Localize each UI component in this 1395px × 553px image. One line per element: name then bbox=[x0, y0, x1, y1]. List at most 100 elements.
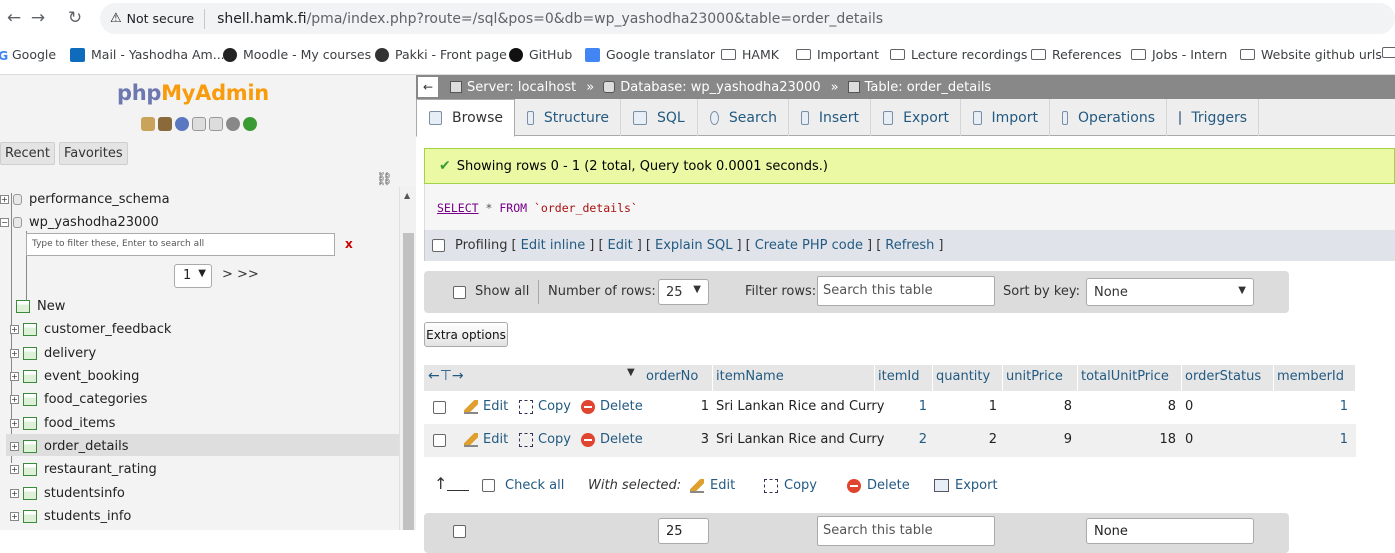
table-item-customer-feedback[interactable]: + customer_feedback bbox=[10, 319, 171, 339]
expand-icon[interactable]: + bbox=[10, 488, 19, 498]
cell-unitPrice[interactable]: 8 bbox=[1003, 399, 1072, 414]
bookmark-github[interactable]: GitHub bbox=[509, 47, 572, 62]
cell-memberId[interactable]: 1 bbox=[1274, 432, 1348, 447]
cell-itemName[interactable]: Sri Lankan Rice and Curry bbox=[716, 432, 884, 447]
nav-new-table[interactable]: New bbox=[16, 296, 65, 316]
expand-icon[interactable]: + bbox=[0, 194, 9, 204]
expand-icon[interactable]: + bbox=[10, 511, 19, 521]
cell-unitPrice[interactable]: 9 bbox=[1003, 432, 1072, 447]
filter-rows-input[interactable]: Search this table bbox=[817, 276, 995, 306]
cell-memberId[interactable]: 1 bbox=[1274, 399, 1348, 414]
tab-recent[interactable]: Recent bbox=[0, 142, 55, 165]
help-icon[interactable] bbox=[175, 117, 189, 131]
cell-quantity[interactable]: 1 bbox=[933, 399, 997, 414]
breadcrumb-table[interactable]: Table: order_details bbox=[847, 80, 991, 95]
row-copy-button[interactable]: Copy bbox=[519, 432, 571, 447]
cell-orderNo[interactable]: 3 bbox=[643, 432, 709, 447]
table-filter-input[interactable]: Type to filter these, Enter to search al… bbox=[26, 233, 335, 256]
expand-icon[interactable]: + bbox=[10, 371, 19, 381]
collapse-nav-icon[interactable]: ← bbox=[418, 77, 438, 97]
page-select[interactable]: 1 ▼ bbox=[174, 264, 212, 288]
db-item-performance-schema[interactable]: + performance_schema bbox=[0, 189, 170, 209]
table-item-students-info[interactable]: + students_info bbox=[10, 506, 131, 526]
bookmark-hamk[interactable]: HAMK bbox=[721, 47, 779, 62]
col-quantity[interactable]: quantity bbox=[933, 365, 1003, 391]
col-orderStatus[interactable]: orderStatus bbox=[1182, 365, 1274, 391]
col-itemName[interactable]: itemName bbox=[713, 365, 875, 391]
cell-orderNo[interactable]: 1 bbox=[643, 399, 709, 414]
table-item-studentsinfo[interactable]: + studentsinfo bbox=[10, 483, 125, 503]
tab-browse[interactable]: Browse bbox=[416, 99, 515, 137]
table-item-delivery[interactable]: + delivery bbox=[10, 343, 96, 363]
row-checkbox[interactable] bbox=[433, 434, 446, 447]
cell-totalUnitPrice[interactable]: 18 bbox=[1078, 432, 1176, 447]
expand-icon[interactable]: + bbox=[10, 464, 19, 474]
sort-key-select[interactable]: None ▼ bbox=[1086, 278, 1254, 306]
cell-quantity[interactable]: 2 bbox=[933, 432, 997, 447]
table-item-event-booking[interactable]: + event_booking bbox=[10, 366, 139, 386]
explain-sql-link[interactable]: Explain SQL bbox=[655, 238, 732, 253]
row-checkbox[interactable] bbox=[433, 401, 446, 414]
column-resize-arrows-icon[interactable]: ←⊤→ bbox=[428, 368, 464, 384]
home-icon[interactable] bbox=[141, 117, 155, 131]
tab-import[interactable]: Import bbox=[961, 99, 1050, 136]
page-icon[interactable] bbox=[209, 117, 223, 131]
expand-icon[interactable]: + bbox=[10, 348, 19, 358]
reload-icon[interactable]: ↻ bbox=[63, 6, 87, 30]
phpmyadmin-logo[interactable]: phpMyAdmin bbox=[117, 81, 269, 105]
bookmark-lecture-recordings[interactable]: Lecture recordings bbox=[890, 47, 1027, 62]
col-unitPrice[interactable]: unitPrice bbox=[1003, 365, 1078, 391]
cell-itemId[interactable]: 2 bbox=[875, 432, 927, 447]
show-all-checkbox-bottom[interactable] bbox=[453, 525, 466, 538]
rows-select-bottom[interactable]: 25 bbox=[658, 518, 709, 544]
row-edit-button[interactable]: Edit bbox=[464, 432, 508, 447]
refresh-icon[interactable] bbox=[243, 117, 257, 131]
bookmark-references[interactable]: References bbox=[1031, 47, 1121, 62]
tab-operations[interactable]: Operations bbox=[1050, 99, 1167, 136]
create-php-code-link[interactable]: Create PHP code bbox=[755, 238, 863, 253]
bulk-delete-button[interactable]: Delete bbox=[847, 478, 910, 493]
bulk-edit-button[interactable]: Edit bbox=[690, 478, 735, 493]
cell-orderStatus[interactable]: 0 bbox=[1185, 399, 1193, 414]
tab-export[interactable]: Export bbox=[871, 99, 961, 136]
sql-query-box[interactable]: SELECT * FROM `order_details` bbox=[424, 184, 1395, 230]
row-delete-button[interactable]: Delete bbox=[581, 432, 643, 447]
show-all-label[interactable]: Show all bbox=[475, 284, 529, 299]
bookmark-overflow[interactable] bbox=[1382, 47, 1395, 58]
extra-options-button[interactable]: Extra options bbox=[424, 322, 508, 347]
bookmark-mail[interactable]: Mail - Yashodha Am... bbox=[70, 47, 225, 62]
col-orderNo[interactable]: orderNo bbox=[643, 365, 713, 391]
scroll-up-icon[interactable]: ▲ bbox=[404, 191, 410, 200]
docs-icon[interactable] bbox=[192, 117, 206, 131]
table-item-food-categories[interactable]: + food_categories bbox=[10, 389, 147, 409]
table-item-order-details[interactable]: + order_details bbox=[10, 436, 128, 456]
forward-arrow-icon[interactable]: → bbox=[26, 6, 50, 30]
bookmark-website-github-urls[interactable]: Website github urls bbox=[1240, 47, 1382, 62]
scrollbar-thumb[interactable] bbox=[403, 233, 414, 530]
back-arrow-icon[interactable]: ← bbox=[2, 6, 26, 30]
edit-query-link[interactable]: Edit bbox=[608, 238, 633, 253]
table-item-food-items[interactable]: + food_items bbox=[10, 413, 115, 433]
cell-itemId[interactable]: 1 bbox=[875, 399, 927, 414]
breadcrumb-database[interactable]: Database: wp_yashodha23000 bbox=[603, 80, 821, 95]
tab-structure[interactable]: Structure bbox=[515, 99, 621, 136]
cell-orderStatus[interactable]: 0 bbox=[1185, 432, 1193, 447]
col-itemId[interactable]: itemId bbox=[875, 365, 933, 391]
tab-sql[interactable]: SQL bbox=[621, 99, 698, 136]
bookmark-moodle[interactable]: Moodle - My courses bbox=[223, 47, 371, 62]
expand-icon[interactable]: + bbox=[10, 394, 19, 404]
bookmark-google[interactable]: G Google bbox=[0, 47, 56, 63]
cell-totalUnitPrice[interactable]: 8 bbox=[1078, 399, 1176, 414]
tab-triggers[interactable]: Triggers bbox=[1167, 99, 1259, 136]
clear-filter-button[interactable]: x bbox=[345, 237, 353, 251]
tab-favorites[interactable]: Favorites bbox=[58, 142, 128, 165]
filter-rows-input-bottom[interactable]: Search this table bbox=[817, 516, 995, 546]
bulk-copy-button[interactable]: Copy bbox=[764, 478, 817, 493]
bookmark-important[interactable]: Important bbox=[796, 47, 879, 62]
tab-insert[interactable]: Insert bbox=[789, 99, 871, 136]
db-item-wp-yashodha23000[interactable]: − wp_yashodha23000 bbox=[0, 212, 159, 232]
page-next-links[interactable]: > >> bbox=[222, 267, 259, 282]
bookmark-pakki[interactable]: Pakki - Front page bbox=[375, 47, 507, 62]
row-delete-button[interactable]: Delete bbox=[581, 399, 643, 414]
sort-arrow-icon[interactable]: ▼ bbox=[627, 367, 635, 378]
